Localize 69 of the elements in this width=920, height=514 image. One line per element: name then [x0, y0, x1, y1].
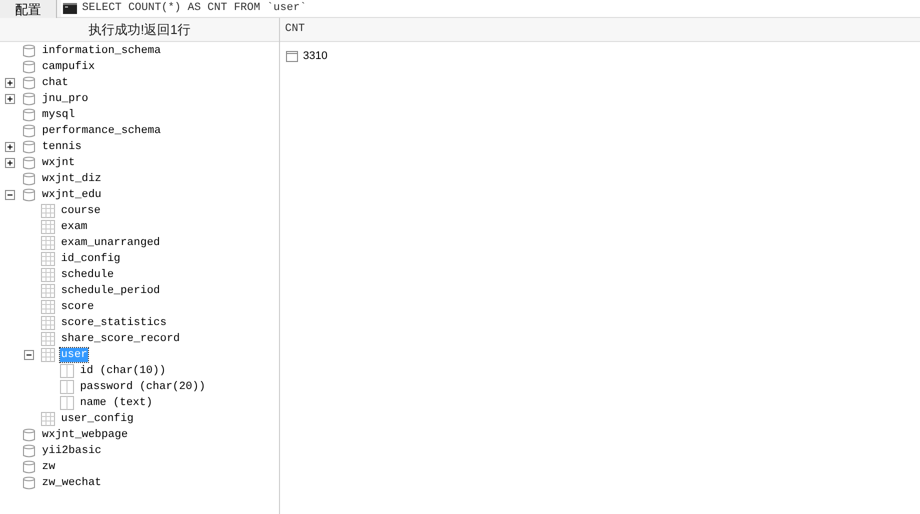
- table-icon: [41, 220, 55, 234]
- table-icon: [41, 412, 55, 426]
- column-header: CNT: [285, 22, 305, 38]
- tree-item[interactable]: exam: [60, 220, 88, 234]
- database-icon: [22, 444, 36, 458]
- table-icon: [41, 236, 55, 250]
- database-icon: [22, 188, 36, 202]
- tree-item[interactable]: score: [60, 300, 96, 314]
- tree-item[interactable]: mysql: [41, 108, 76, 122]
- table-icon: [41, 284, 55, 298]
- database-icon: [22, 428, 36, 442]
- tree-item[interactable]: schedule: [60, 268, 115, 282]
- table-icon: [41, 300, 55, 314]
- column-icon: [60, 364, 74, 378]
- expand-icon[interactable]: [5, 158, 15, 168]
- query-field[interactable]: SELECT COUNT(*) AS CNT FROM `user`: [61, 0, 920, 17]
- table-cell-text: 3310: [303, 48, 328, 64]
- database-icon: [22, 60, 36, 74]
- database-icon: [22, 140, 36, 154]
- expand-icon[interactable]: [5, 94, 15, 104]
- table-icon: [41, 332, 55, 346]
- database-icon: [22, 108, 36, 122]
- tree-item[interactable]: jnu_pro: [41, 92, 90, 106]
- tree-item[interactable]: tennis: [41, 140, 83, 154]
- tree-item[interactable]: zw: [41, 460, 56, 474]
- tree-item[interactable]: information_schema: [41, 44, 162, 58]
- expand-icon[interactable]: [5, 78, 15, 88]
- collapse-icon[interactable]: [5, 190, 15, 200]
- database-icon: [22, 460, 36, 474]
- tree-item[interactable]: wxjnt_diz: [41, 172, 102, 186]
- tree-item[interactable]: exam_unarranged: [60, 236, 162, 250]
- tree-item[interactable]: course: [60, 204, 102, 218]
- table-icon: [41, 252, 55, 266]
- tree-item[interactable]: schedule_period: [60, 284, 162, 298]
- terminal-icon: [63, 3, 77, 14]
- tree-item[interactable]: campufix: [41, 60, 96, 74]
- table-icon: [41, 348, 55, 362]
- table-icon: [41, 268, 55, 282]
- table-icon: [41, 204, 55, 218]
- database-icon: [22, 92, 36, 106]
- database-icon: [22, 172, 36, 186]
- tree-item[interactable]: share_score_record: [60, 332, 181, 346]
- database-icon: [22, 156, 36, 170]
- expand-icon[interactable]: [5, 142, 15, 152]
- row-icon: [286, 50, 298, 62]
- tree-item[interactable]: user_config: [60, 412, 135, 426]
- column-icon: [60, 396, 74, 410]
- tree-item[interactable]: id (char(10)): [79, 364, 167, 378]
- table-icon: [41, 316, 55, 330]
- config-button[interactable]: 配置: [0, 0, 57, 18]
- tree-item[interactable]: score_statistics: [60, 316, 168, 330]
- status-message: 执行成功!返回1行: [88, 20, 190, 39]
- tree-item[interactable]: yii2basic: [41, 444, 102, 458]
- tree-item[interactable]: wxjnt: [41, 156, 76, 170]
- tree-item[interactable]: password (char(20)): [79, 380, 206, 394]
- database-icon: [22, 476, 36, 490]
- tree-item[interactable]: zw_wechat: [41, 476, 102, 490]
- column-icon: [60, 380, 74, 394]
- tree-item[interactable]: id_config: [60, 252, 122, 266]
- tree-item[interactable]: name (text): [79, 396, 154, 410]
- database-icon: [22, 76, 36, 90]
- query-text: SELECT COUNT(*) AS CNT FROM `user`: [82, 1, 306, 16]
- tree-item[interactable]: wxjnt_edu: [41, 188, 102, 202]
- tree-item[interactable]: performance_schema: [41, 124, 162, 138]
- collapse-icon[interactable]: [24, 350, 34, 360]
- tree-item[interactable]: wxjnt_webpage: [41, 428, 129, 442]
- tree-item[interactable]: chat: [41, 76, 70, 90]
- database-icon: [22, 124, 36, 138]
- database-icon: [22, 44, 36, 58]
